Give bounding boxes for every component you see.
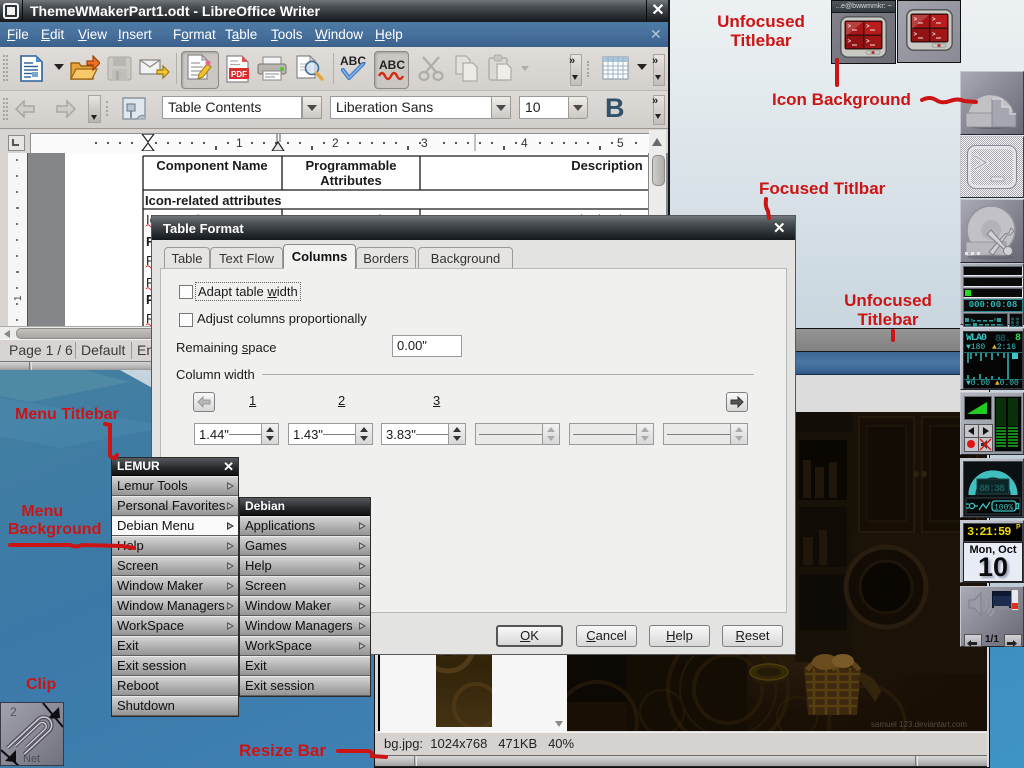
svg-text:>: >	[848, 38, 852, 45]
svg-text:Net: Net	[23, 753, 40, 765]
svg-text:>: >	[866, 38, 870, 45]
svg-text:88:38: 88:38	[979, 484, 1005, 495]
svg-text:Component Name: Component Name	[156, 158, 267, 173]
svg-text:Attributes: Attributes	[320, 173, 381, 188]
svg-text:>: >	[932, 31, 936, 38]
svg-text:5: 5	[617, 136, 624, 150]
svg-text:3: 3	[421, 136, 428, 150]
svg-text:1: 1	[13, 295, 24, 301]
svg-text:ABC: ABC	[379, 58, 405, 72]
svg-text:>: >	[914, 31, 918, 38]
svg-text:4: 4	[521, 136, 528, 150]
svg-text:2: 2	[332, 136, 339, 150]
svg-text:100%: 100%	[994, 504, 1013, 513]
svg-text:Icon-related attributes: Icon-related attributes	[145, 193, 282, 208]
svg-text:Description: Description	[571, 158, 643, 173]
svg-text:1: 1	[236, 136, 243, 150]
svg-text:PDF: PDF	[231, 70, 247, 79]
svg-text:>: >	[866, 23, 870, 30]
svg-text:>: >	[932, 16, 936, 23]
svg-text:samuel 123.deviantart.com: samuel 123.deviantart.com	[871, 720, 967, 729]
svg-text:Programmable: Programmable	[305, 158, 396, 173]
